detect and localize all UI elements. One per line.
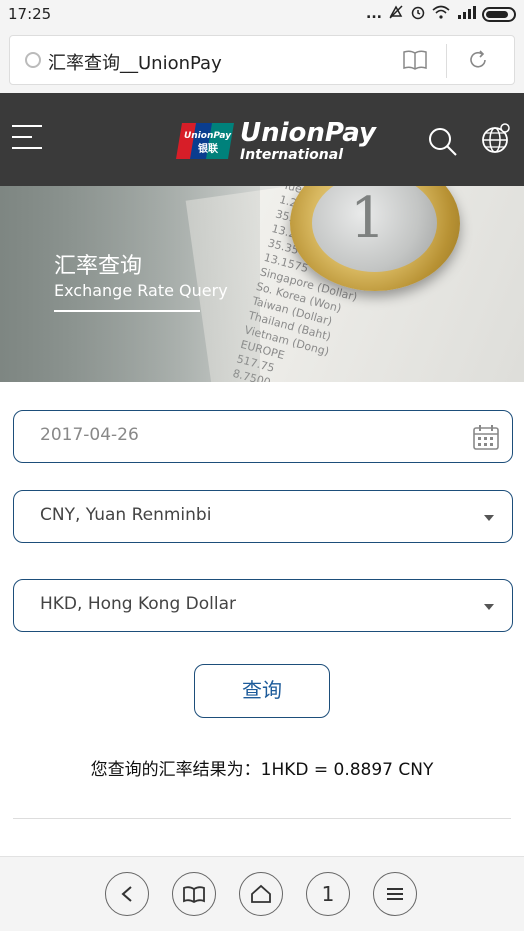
mute-icon	[388, 4, 404, 24]
status-icons: ...	[366, 4, 516, 24]
to-currency-value: HKD, Hong Kong Dollar	[40, 594, 236, 614]
unionpay-logo[interactable]: UnionPay 银联 UnionPay International	[176, 119, 376, 163]
back-icon[interactable]	[105, 872, 149, 916]
status-bar: 17:25 ...	[0, 0, 524, 28]
coin-numeral: 1	[350, 186, 386, 251]
brand-wordmark: UnionPay International	[240, 119, 376, 163]
reader-mode-icon[interactable]	[402, 48, 428, 72]
from-currency-value: CNY, Yuan Renminbi	[40, 505, 212, 525]
brand-sub: International	[240, 147, 344, 163]
more-dots-icon: ...	[366, 6, 382, 22]
hero-banner: Currency Tue. 1.2483 35.32 13.2035 35.35…	[0, 186, 524, 382]
logo-badge-top: UnionPay	[184, 131, 232, 141]
date-field[interactable]: 2017-04-26	[13, 410, 513, 463]
bookmarks-icon[interactable]	[172, 872, 216, 916]
brand-main: UnionPay	[240, 118, 376, 148]
menu-icon[interactable]	[12, 125, 42, 151]
menu-icon[interactable]	[373, 872, 417, 916]
url-divider	[446, 44, 447, 78]
calendar-icon[interactable]	[472, 423, 500, 451]
globe-icon[interactable]	[480, 123, 512, 155]
content-divider	[13, 818, 511, 819]
logo-badge-bottom: 银联	[198, 142, 218, 155]
date-value: 2017-04-26	[40, 425, 139, 445]
chevron-down-icon	[484, 604, 494, 610]
site-header: UnionPay 银联 UnionPay International	[0, 93, 524, 186]
exchange-result: 您查询的汇率结果为：1HKD = 0.8897 CNY	[90, 760, 434, 780]
status-time: 17:25	[8, 5, 52, 23]
search-icon[interactable]	[428, 127, 458, 157]
tabs-icon[interactable]: 1	[306, 872, 350, 916]
battery-icon	[482, 6, 516, 22]
signal-icon	[456, 5, 476, 23]
home-icon[interactable]	[239, 872, 283, 916]
loading-circle-icon	[25, 52, 41, 68]
chevron-down-icon	[484, 515, 494, 521]
tabs-count: 1	[321, 882, 335, 906]
banner-underline	[54, 310, 200, 312]
browser-address-bar: 汇率查询__UnionPay	[0, 28, 524, 93]
reload-icon[interactable]	[466, 48, 490, 72]
from-currency-select[interactable]: CNY, Yuan Renminbi	[13, 490, 513, 543]
to-currency-select[interactable]: HKD, Hong Kong Dollar	[13, 579, 513, 632]
wifi-icon	[432, 5, 450, 23]
url-field[interactable]: 汇率查询__UnionPay	[9, 35, 515, 85]
banner-title-en: Exchange Rate Query	[54, 281, 228, 300]
page-tab-title: 汇率查询__UnionPay	[48, 53, 222, 74]
query-button[interactable]: 查询	[194, 664, 330, 718]
alarm-icon	[410, 4, 426, 24]
browser-bottom-bar: 1	[0, 856, 524, 931]
banner-title-cn: 汇率查询	[54, 254, 143, 279]
